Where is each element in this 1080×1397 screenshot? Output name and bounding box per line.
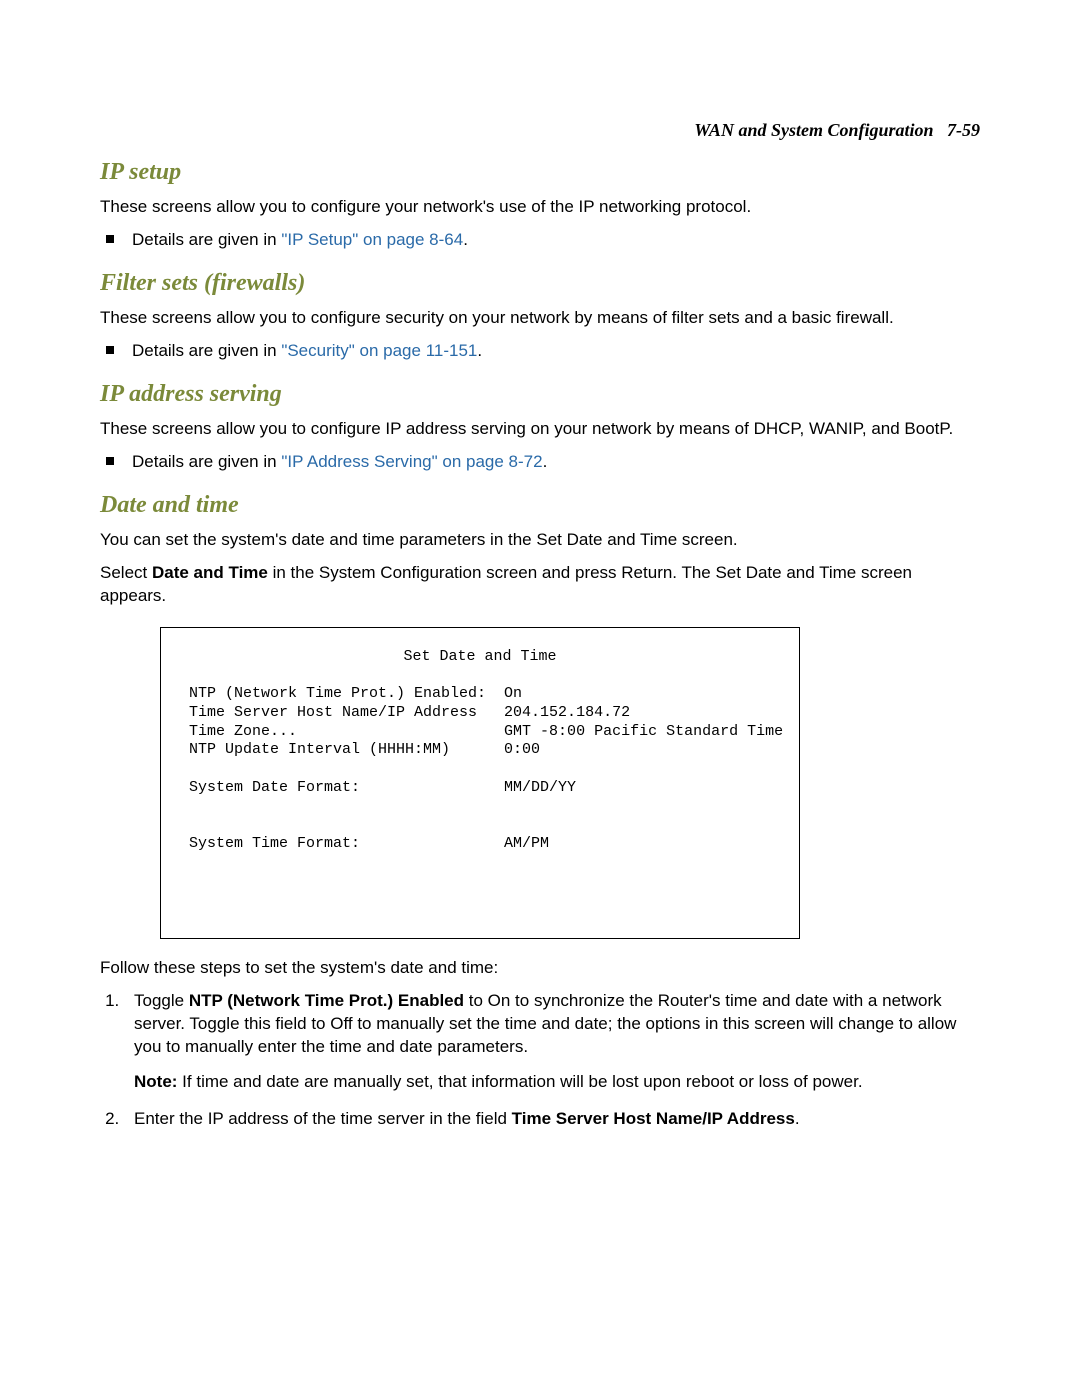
steps-intro: Follow these steps to set the system's d… — [100, 957, 980, 980]
bullet-prefix: Details are given in — [132, 341, 281, 360]
note-text: If time and date are manually set, that … — [177, 1072, 862, 1091]
bullet-prefix: Details are given in — [132, 230, 281, 249]
terminal-title: Set Date and Time — [189, 648, 771, 667]
bullet-suffix: . — [463, 230, 468, 249]
heading-filter-sets: Filter sets (firewalls) — [100, 270, 980, 297]
bold-time-server-field: Time Server Host Name/IP Address — [512, 1109, 795, 1128]
step-1-note: Note: If time and date are manually set,… — [134, 1071, 980, 1094]
bold-ntp-enabled: NTP (Network Time Prot.) Enabled — [189, 991, 464, 1010]
desc-ip-setup: These screens allow you to configure you… — [100, 196, 980, 219]
text-fragment: Enter the IP address of the time server … — [134, 1109, 512, 1128]
content-area: WAN and System Configuration 7-59 IP set… — [100, 120, 980, 1145]
link-ip-address-serving[interactable]: "IP Address Serving" on page 8-72 — [281, 452, 542, 471]
bullet-ip-addr: Details are given in "IP Address Serving… — [100, 451, 980, 474]
step-1: Toggle NTP (Network Time Prot.) Enabled … — [124, 990, 980, 1094]
bullet-suffix: . — [477, 341, 482, 360]
heading-ip-addr: IP address serving — [100, 381, 980, 408]
bullet-ip-setup: Details are given in "IP Setup" on page … — [100, 229, 980, 252]
desc-filter-sets: These screens allow you to configure sec… — [100, 307, 980, 330]
step-2: Enter the IP address of the time server … — [124, 1108, 980, 1131]
link-ip-setup[interactable]: "IP Setup" on page 8-64 — [281, 230, 463, 249]
heading-ip-setup: IP setup — [100, 159, 980, 186]
text-fragment: . — [795, 1109, 800, 1128]
page: WAN and System Configuration 7-59 IP set… — [0, 0, 1080, 1397]
terminal-screen: Set Date and Time NTP (Network Time Prot.… — [160, 627, 800, 939]
bullet-list-filter-sets: Details are given in "Security" on page … — [100, 340, 980, 363]
bullet-prefix: Details are given in — [132, 452, 281, 471]
header-title: WAN and System Configuration — [694, 120, 933, 140]
bullet-list-ip-addr: Details are given in "IP Address Serving… — [100, 451, 980, 474]
bullet-list-ip-setup: Details are given in "IP Setup" on page … — [100, 229, 980, 252]
bullet-suffix: . — [543, 452, 548, 471]
running-header: WAN and System Configuration 7-59 — [100, 120, 980, 141]
desc-date-time-1: You can set the system's date and time p… — [100, 529, 980, 552]
text-fragment: Toggle — [134, 991, 189, 1010]
text-fragment: Select — [100, 563, 152, 582]
terminal-wrap: Set Date and Time NTP (Network Time Prot.… — [160, 627, 980, 939]
steps-list: Toggle NTP (Network Time Prot.) Enabled … — [100, 990, 980, 1131]
header-page-ref: 7-59 — [947, 120, 980, 140]
bullet-filter-sets: Details are given in "Security" on page … — [100, 340, 980, 363]
link-security[interactable]: "Security" on page 11-151 — [281, 341, 477, 360]
desc-date-time-2: Select Date and Time in the System Confi… — [100, 562, 980, 608]
desc-ip-addr: These screens allow you to configure IP … — [100, 418, 980, 441]
terminal-body: NTP (Network Time Prot.) Enabled: On Tim… — [189, 685, 771, 854]
note-label: Note: — [134, 1072, 177, 1091]
heading-date-time: Date and time — [100, 492, 980, 519]
bold-date-and-time: Date and Time — [152, 563, 268, 582]
